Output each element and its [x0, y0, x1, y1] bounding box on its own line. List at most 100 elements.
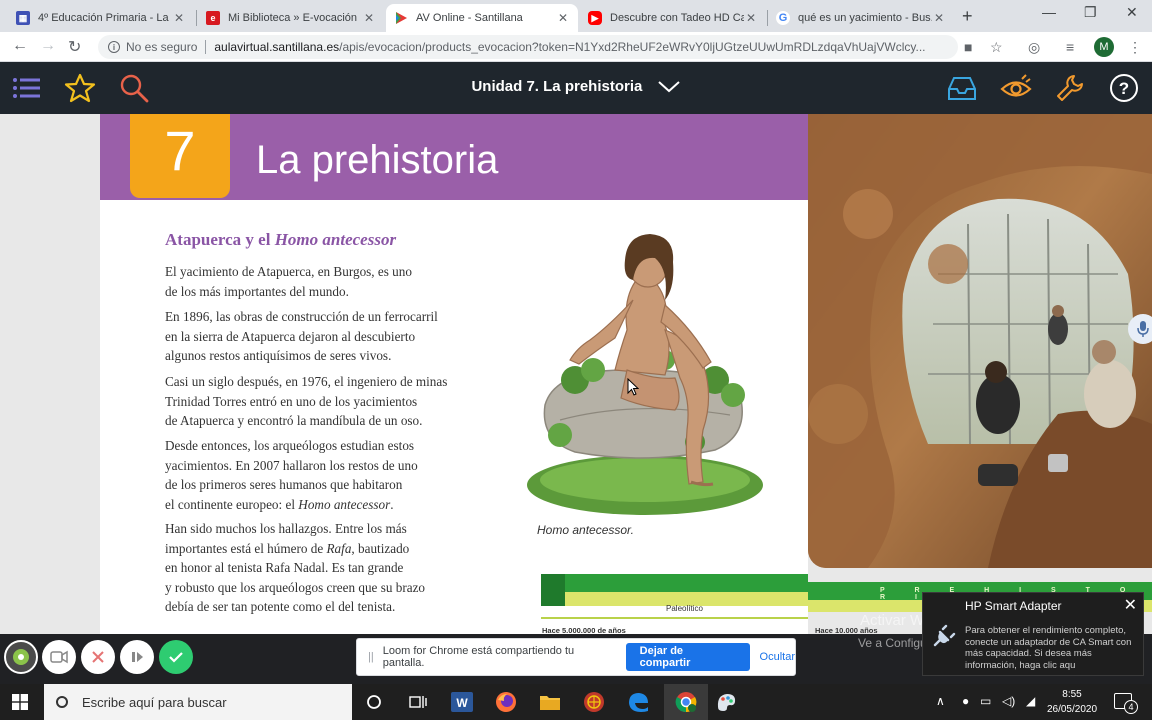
- close-icon[interactable]: ✕: [932, 11, 946, 25]
- camera-icon[interactable]: ■: [964, 39, 972, 55]
- browser-tab-2[interactable]: e Mi Biblioteca » E-vocación ✕: [198, 4, 384, 32]
- close-icon[interactable]: ✕: [556, 11, 570, 25]
- clock-date: 26/05/2020: [1046, 704, 1098, 715]
- tab-title: Descubre con Tadeo HD Ca...: [610, 12, 744, 24]
- chapter-title: La prehistoria: [256, 138, 499, 182]
- browser-tab-1[interactable]: ▦ 4º Educación Primaria - La ... ✕: [8, 4, 194, 32]
- app-header: Unidad 7. La prehistoria ?: [0, 62, 1152, 114]
- evocacion-favicon-icon: e: [206, 11, 220, 25]
- browser-tab-3[interactable]: AV Online - Santillana ✕: [386, 4, 578, 32]
- search-placeholder: Escribe aquí para buscar: [82, 694, 227, 710]
- browser-tab-4[interactable]: ▶ Descubre con Tadeo HD Ca... ✕: [580, 4, 766, 32]
- search-icon: [56, 696, 68, 708]
- cortana-icon[interactable]: [362, 690, 386, 714]
- firefox-app-icon[interactable]: [494, 690, 518, 714]
- address-bar[interactable]: i No es seguro aulavirtual.santillana.es…: [98, 35, 958, 59]
- wrench-tools-icon[interactable]: [1054, 72, 1086, 104]
- tray-chevron-up-icon[interactable]: ∧: [936, 694, 945, 708]
- video-camera-icon: [50, 650, 68, 664]
- inbox-tray-icon[interactable]: [946, 72, 978, 104]
- restore-icon[interactable]: ❐: [1084, 4, 1097, 21]
- stop-sharing-button[interactable]: Dejar de compartir: [625, 643, 750, 671]
- help-question-icon[interactable]: ?: [1108, 72, 1140, 104]
- section-title: Atapuerca y el Homo antecessor: [165, 230, 397, 249]
- menu-kebab-icon[interactable]: ⋮: [1128, 39, 1142, 56]
- cancel-x-icon: [92, 651, 104, 663]
- book-page: 7 La prehistoria Atapuerca y el Homo ant…: [100, 114, 808, 634]
- hide-link[interactable]: Ocultar: [760, 651, 795, 663]
- toast-title: HP Smart Adapter: [965, 599, 1062, 613]
- close-icon[interactable]: ✕: [744, 11, 758, 25]
- back-arrow-icon[interactable]: ←: [12, 37, 28, 55]
- loom-camera-button[interactable]: [42, 640, 76, 674]
- word-app-icon[interactable]: W: [450, 690, 474, 714]
- svg-text:W: W: [456, 696, 468, 710]
- homo-antecessor-illustration: [527, 234, 763, 515]
- tray-wifi-icon[interactable]: ◢: [1026, 694, 1035, 708]
- url-path: /apis/evocacion/products_evocacion?token…: [339, 40, 926, 54]
- tray-volume-icon[interactable]: ◁): [1002, 694, 1015, 708]
- globe-app-icon[interactable]: [582, 690, 606, 714]
- chapter-number: 7: [130, 114, 230, 198]
- timeline-era-label: Paleolítico: [666, 604, 703, 613]
- windows-taskbar: Escribe aquí para buscar W ∧ ● ▭ ◁) ◢ 8:…: [0, 684, 1152, 720]
- power-plug-icon: [933, 624, 956, 647]
- browser-toolbar: ← → ↻ i No es seguro aulavirtual.santill…: [0, 32, 1152, 62]
- close-icon[interactable]: ✕: [172, 11, 186, 25]
- forward-arrow-icon[interactable]: →: [40, 37, 56, 55]
- taskbar-search-box[interactable]: Escribe aquí para buscar: [44, 684, 352, 720]
- drag-handle-icon[interactable]: ||: [363, 651, 379, 663]
- browser-tab-5[interactable]: G qué es un yacimiento - Bus... ✕: [768, 4, 954, 32]
- loom-cancel-button[interactable]: [81, 640, 115, 674]
- windows-start-icon[interactable]: [12, 694, 28, 710]
- task-view-icon[interactable]: [406, 690, 430, 714]
- sharing-message: Loom for Chrome está compartiendo tu pan…: [382, 645, 575, 669]
- youtube-favicon-icon: ▶: [588, 11, 602, 25]
- security-label: No es seguro: [126, 40, 198, 54]
- taskbar-clock[interactable]: 8:55 26/05/2020: [1040, 687, 1104, 717]
- close-icon[interactable]: ✕: [362, 11, 376, 25]
- screen: ▦ 4º Educación Primaria - La ... ✕ e Mi …: [0, 0, 1152, 720]
- toast-body: Para obtener el rendimiento completo, co…: [965, 625, 1132, 671]
- window-close-icon[interactable]: ✕: [1126, 4, 1138, 21]
- new-tab-icon[interactable]: +: [962, 6, 973, 27]
- minimize-icon[interactable]: —: [1042, 4, 1056, 20]
- figure-caption: Homo antecessor.: [537, 523, 634, 537]
- notification-count-badge: 4: [1124, 700, 1138, 714]
- toast-close-icon[interactable]: ✕: [1124, 595, 1137, 615]
- tab-title: 4º Educación Primaria - La ...: [38, 12, 172, 24]
- timeline-start-date: Hace 5.000.000 de años: [542, 626, 626, 634]
- chrome-app-icon[interactable]: [664, 684, 708, 720]
- browser-tab-strip: ▦ 4º Educación Primaria - La ... ✕ e Mi …: [0, 0, 1152, 32]
- paragraph-5: Han sido muchos los hallazgos. Entre los…: [165, 521, 426, 614]
- tray-network-icon[interactable]: ▭: [980, 694, 991, 708]
- reading-list-icon[interactable]: ≡: [1066, 39, 1074, 55]
- paragraph-2: En 1896, las obras de construcción de un…: [165, 309, 438, 363]
- loom-finish-button[interactable]: [159, 640, 193, 674]
- hp-smart-adapter-notification[interactable]: HP Smart Adapter ✕ Para obtener el rendi…: [922, 592, 1144, 676]
- checkmark-icon: [169, 652, 183, 663]
- info-icon[interactable]: i: [108, 41, 120, 53]
- loom-pause-button[interactable]: [120, 640, 154, 674]
- extension-icon[interactable]: ◎: [1028, 39, 1040, 56]
- microphone-icon[interactable]: [1128, 314, 1152, 344]
- paint-app-icon[interactable]: [714, 690, 738, 714]
- loom-avatar-bubble[interactable]: [4, 640, 38, 674]
- reload-icon[interactable]: ↻: [68, 37, 81, 57]
- profile-avatar[interactable]: M: [1094, 37, 1114, 57]
- bookmark-star-icon[interactable]: ☆: [990, 39, 1003, 56]
- grid-favicon-icon: ▦: [16, 11, 30, 25]
- santillana-favicon-icon: [394, 11, 408, 25]
- unit-title[interactable]: Unidad 7. La prehistoria: [0, 78, 1152, 95]
- loom-sharing-bar: || Loom for Chrome está compartiendo tu …: [356, 638, 796, 676]
- tray-microphone-icon[interactable]: ●: [962, 694, 969, 708]
- paragraph-3: Casi un siglo después, en 1976, el ingen…: [165, 374, 448, 428]
- file-explorer-icon[interactable]: [538, 690, 562, 714]
- edge-app-icon[interactable]: [626, 690, 650, 714]
- chevron-down-icon[interactable]: [657, 80, 681, 94]
- eye-icon[interactable]: [1000, 72, 1032, 104]
- loom-logo-icon: [13, 649, 29, 665]
- svg-text:?: ?: [1119, 79, 1129, 98]
- address-divider: [205, 40, 207, 54]
- url-domain: aulavirtual.santillana.es: [214, 40, 340, 54]
